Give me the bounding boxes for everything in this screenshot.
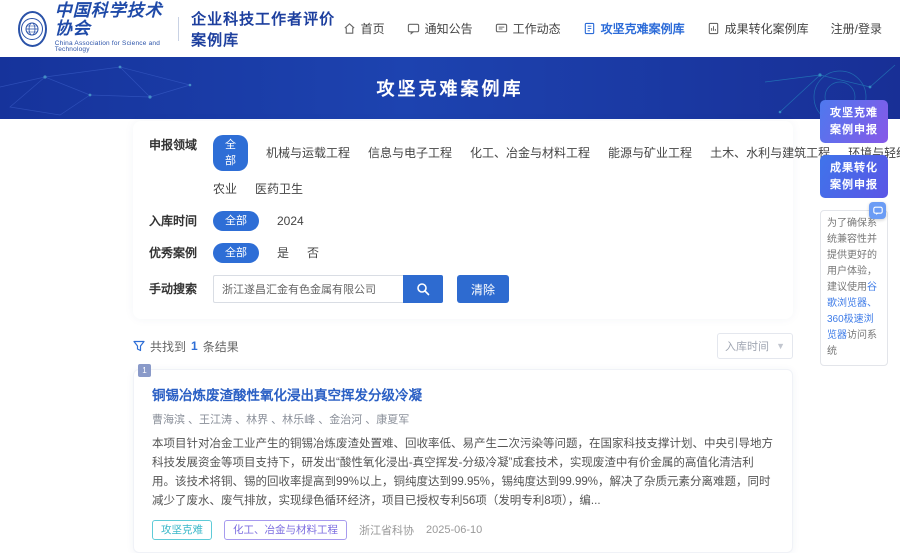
apply-btn-line: 成果转化 xyxy=(820,160,888,177)
header-divider xyxy=(178,17,179,41)
filter-panel: 申报领域 全部 机械与运载工程 信息与电子工程 化工、冶金与材料工程 能源与矿业… xyxy=(133,121,793,319)
sort-dropdown[interactable]: 入库时间 ▼ xyxy=(717,333,793,359)
page-banner: 攻坚克难案例库 xyxy=(0,57,900,119)
filter-time-option[interactable]: 2024 xyxy=(277,211,304,231)
cast-seal-icon xyxy=(18,11,47,47)
nav-item-home[interactable]: 首页 xyxy=(343,20,385,37)
filter-label: 手动搜索 xyxy=(149,279,213,299)
chevron-down-icon: ▼ xyxy=(776,341,785,351)
apply-achievement-button[interactable]: 成果转化 案例申报 xyxy=(820,155,888,198)
filter-field-option[interactable]: 信息与电子工程 xyxy=(368,143,452,163)
top-header: 中国科学技术协会 China Association for Science a… xyxy=(0,0,900,57)
filter-field-option[interactable]: 能源与矿业工程 xyxy=(608,143,692,163)
filter-field-option[interactable]: 机械与运载工程 xyxy=(266,143,350,163)
side-floating-panel: 攻坚克难 案例申报 成果转化 案例申报 为了确保系统兼容性并提供更好的用户体验，… xyxy=(820,100,888,366)
tag-tackle-case: 攻坚克难 xyxy=(152,520,212,540)
filter-field-option[interactable]: 农业 xyxy=(213,179,237,199)
filter-funnel-icon xyxy=(133,340,145,352)
results-header: 共找到 1 条结果 入库时间 ▼ xyxy=(133,333,793,359)
results-count-suffix: 条结果 xyxy=(203,338,239,355)
site-title: 企业科技工作者评价案例库 xyxy=(191,8,342,50)
apply-btn-line: 案例申报 xyxy=(820,177,888,194)
result-authors: 曹海滨 、王江涛 、林界 、林乐峰 、金治河 、康夏军 xyxy=(152,411,774,427)
filter-label: 入库时间 xyxy=(149,211,213,231)
nav-label: 通知公告 xyxy=(425,20,473,37)
filter-row-field: 申报领域 全部 机械与运载工程 信息与电子工程 化工、冶金与材料工程 能源与矿业… xyxy=(149,135,777,199)
nav-item-notices[interactable]: 通知公告 xyxy=(407,20,473,37)
browser-compatibility-notice: 为了确保系统兼容性并提供更好的用户体验，建议使用谷歌浏览器、360极速浏览器访问… xyxy=(820,210,888,366)
banner-title: 攻坚克难案例库 xyxy=(0,75,900,101)
main-content: 申报领域 全部 机械与运载工程 信息与电子工程 化工、冶金与材料工程 能源与矿业… xyxy=(133,121,793,553)
filter-field-option[interactable]: 土木、水利与建筑工程 xyxy=(710,143,830,163)
filter-row-time: 入库时间 全部 2024 xyxy=(149,211,777,231)
filter-time-all-pill[interactable]: 全部 xyxy=(213,211,259,231)
bulletin-icon xyxy=(407,22,420,35)
news-icon xyxy=(495,22,508,35)
case-library-icon xyxy=(583,22,596,35)
nav-label: 注册/登录 xyxy=(831,20,882,37)
filter-excellent-all-pill[interactable]: 全部 xyxy=(213,243,259,263)
result-card[interactable]: 1 铜锡冶炼废渣酸性氧化浸出真空挥发分级冷凝 曹海滨 、王江涛 、林界 、林乐峰… xyxy=(133,369,793,553)
result-org: 浙江省科协 xyxy=(359,522,414,538)
nav-item-register-login[interactable]: 注册/登录 xyxy=(831,20,882,37)
apply-btn-line: 案例申报 xyxy=(820,122,888,139)
org-name-english: China Association for Science and Techno… xyxy=(55,41,167,55)
sort-dropdown-value: 入库时间 xyxy=(725,338,769,354)
filter-row-excellent: 优秀案例 全部 是 否 xyxy=(149,243,777,263)
search-button[interactable] xyxy=(403,275,443,303)
results-count-number: 1 xyxy=(191,339,198,353)
apply-tackle-case-button[interactable]: 攻坚克难 案例申报 xyxy=(820,100,888,143)
org-name-chinese: 中国科学技术协会 xyxy=(55,3,167,39)
tag-discipline: 化工、冶金与材料工程 xyxy=(224,520,347,540)
search-icon xyxy=(416,282,430,296)
main-nav: 首页 通知公告 工作动态 攻坚克难案例库 成果转化案例库 xyxy=(343,20,882,37)
filter-field-option[interactable]: 医药卫生 xyxy=(255,179,303,199)
clear-search-button[interactable]: 清除 xyxy=(457,275,509,303)
chat-service-icon[interactable] xyxy=(869,202,886,219)
nav-item-achievement-library[interactable]: 成果转化案例库 xyxy=(707,20,809,37)
result-footer: 攻坚克难 化工、冶金与材料工程 浙江省科协 2025-06-10 xyxy=(152,520,774,540)
filter-label: 优秀案例 xyxy=(149,243,213,263)
result-date: 2025-06-10 xyxy=(426,524,482,536)
nav-label: 首页 xyxy=(361,20,385,37)
result-index-badge: 1 xyxy=(138,364,151,377)
filter-row-search: 手动搜索 清除 xyxy=(149,275,777,303)
filter-excellent-option-yes[interactable]: 是 xyxy=(277,243,289,263)
nav-label: 攻坚克难案例库 xyxy=(601,20,685,37)
nav-label: 工作动态 xyxy=(513,20,561,37)
results-count: 共找到 1 条结果 xyxy=(133,338,239,355)
home-icon xyxy=(343,22,356,35)
search-input[interactable] xyxy=(213,275,403,303)
apply-btn-line: 攻坚克难 xyxy=(820,105,888,122)
org-logo[interactable]: 中国科学技术协会 China Association for Science a… xyxy=(18,3,166,54)
filter-field-option[interactable]: 化工、冶金与材料工程 xyxy=(470,143,590,163)
nav-item-work-news[interactable]: 工作动态 xyxy=(495,20,561,37)
filter-field-all-pill[interactable]: 全部 xyxy=(213,135,248,171)
result-title-link[interactable]: 铜锡冶炼废渣酸性氧化浸出真空挥发分级冷凝 xyxy=(152,384,774,404)
achievement-library-icon xyxy=(707,22,720,35)
filter-label: 申报领域 xyxy=(149,135,213,155)
filter-excellent-option-no[interactable]: 否 xyxy=(307,243,319,263)
nav-item-tackle-case-library[interactable]: 攻坚克难案例库 xyxy=(583,20,685,37)
result-description: 本项目针对冶金工业产生的铜锡冶炼废渣处置难、回收率低、易产生二次污染等问题，在国… xyxy=(152,435,774,511)
nav-label: 成果转化案例库 xyxy=(725,20,809,37)
results-count-prefix: 共找到 xyxy=(150,338,186,355)
